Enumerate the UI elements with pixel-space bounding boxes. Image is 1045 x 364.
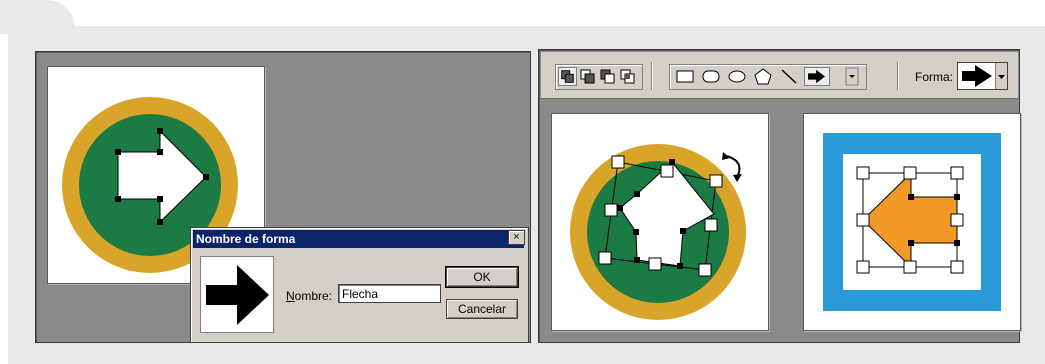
shape-preview (200, 256, 274, 333)
rounded-rectangle-icon[interactable] (700, 67, 722, 86)
polygon-icon[interactable] (752, 67, 774, 86)
rectangle-icon[interactable] (674, 67, 696, 86)
shape-name-dialog: Nombre de forma × Nombre: Flecha OK Canc… (190, 227, 529, 343)
shape-picker[interactable] (957, 62, 1008, 90)
flipped-arrow-artwork (823, 133, 1001, 311)
name-label-text: ombre: (294, 289, 333, 303)
shape-picker-label: Forma: (915, 70, 954, 84)
toolbar-separator (651, 62, 652, 90)
arrow-preview-icon (206, 265, 269, 325)
name-label-mnemonic: N (286, 289, 295, 303)
middle-canvas[interactable] (551, 113, 769, 331)
transform-artwork (570, 144, 746, 320)
shape-options-bar: Forma: (541, 52, 1018, 99)
chevron-down-icon[interactable] (995, 63, 1007, 89)
shape-mode-group (555, 64, 643, 90)
line-icon[interactable] (778, 67, 800, 86)
ok-button[interactable]: OK (445, 266, 519, 288)
right-canvas[interactable] (803, 113, 1021, 331)
close-icon[interactable]: × (508, 230, 525, 245)
shape-tools-group (669, 64, 867, 90)
arrow-shape-icon (962, 65, 992, 87)
toolbar-separator (897, 62, 898, 90)
ellipse-icon[interactable] (726, 67, 748, 86)
name-input[interactable]: Flecha (338, 284, 441, 303)
custom-shape-arrow-icon[interactable] (804, 67, 830, 86)
new-shape-icon[interactable] (558, 67, 577, 86)
intersect-shape-icon[interactable] (618, 67, 637, 86)
cancel-button[interactable]: Cancelar (446, 299, 518, 319)
dialog-title: Nombre de forma (193, 230, 524, 248)
subtract-shape-icon[interactable] (598, 67, 617, 86)
chevron-down-icon[interactable] (834, 67, 860, 86)
name-label: Nombre: (286, 289, 332, 303)
add-to-shape-icon[interactable] (578, 67, 597, 86)
